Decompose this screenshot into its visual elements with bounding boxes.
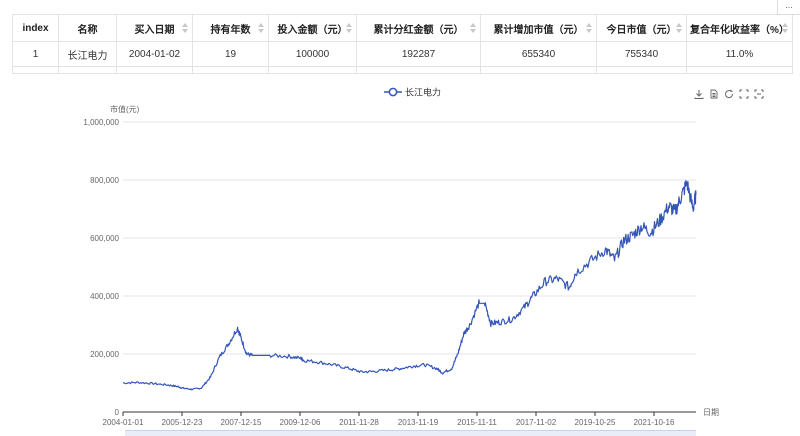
x-tick-label: 2009-12-06 [280,418,321,427]
column-header[interactable]: 复合年化收益率（%） [686,14,793,42]
table-row-empty [12,66,793,74]
column-header[interactable]: 投入金额（元） [268,14,357,42]
y-tick-label: 800,000 [90,176,119,185]
table-cell: 19 [192,41,269,67]
axis-layer: 0 200,000 400,000 600,000 800,000 1,000,000 20… [83,118,696,427]
table-cell: 192287 [356,41,481,67]
x-tick-label: 2019-10-25 [575,418,616,427]
table-cell: 2004-01-02 [116,41,193,67]
table-cell: 11.0% [686,41,793,67]
table-cell: 755340 [596,41,687,67]
table-cell: 1 [12,41,59,67]
x-tick-label: 2017-11-02 [516,418,557,427]
column-header[interactable]: 累计增加市值（元） [480,14,597,42]
line-chart: 0 200,000 400,000 600,000 800,000 1,000,000 20… [83,87,719,428]
column-header[interactable]: 累计分红金额（元） [356,14,481,42]
sort-icon[interactable] [676,23,682,33]
column-header-label: 买入日期 [134,24,175,36]
table-cell-empty [192,66,269,74]
table-cell: 100000 [268,41,357,67]
column-header-label: 持有年数 [210,24,251,36]
table-cell-empty [12,66,59,74]
y-tick-label: 1,000,000 [83,118,119,127]
legend-label: 长江电力 [405,87,441,98]
x-axis-title: 日期 [703,408,719,417]
x-tick-label: 2011-11-28 [339,418,379,427]
column-header-label: 投入金额（元） [277,24,348,36]
table-cell-empty [268,66,357,74]
column-header[interactable]: 买入日期 [116,14,193,42]
more-button[interactable]: ... [777,0,800,15]
y-tick-label: 400,000 [90,292,119,301]
y-tick-label: 0 [115,408,120,417]
sort-icon[interactable] [782,23,788,33]
column-header-label: 名称 [77,24,98,36]
table-cell-empty [116,66,193,74]
x-tick-label: 2004-01-01 [103,418,144,427]
legend-marker-icon [388,87,398,97]
sort-icon[interactable] [586,23,592,33]
column-header-label: 累计分红金额（元） [373,24,464,36]
sort-icon[interactable] [258,23,264,33]
column-header[interactable]: 持有年数 [192,14,269,42]
x-tick-label: 2007-12-15 [221,418,262,427]
sort-icon[interactable] [182,23,188,33]
grid-layer [123,121,696,355]
column-header[interactable]: 名称 [58,14,117,42]
table-cell-empty [596,66,687,74]
table-header-row: index 名称 买入日期 持有年数 投入金额（元） 累计分红金额（元） 累计增… [12,14,793,42]
column-header[interactable]: index [12,14,59,42]
table-cell: 655340 [480,41,597,67]
data-zoom-slider[interactable] [125,430,696,436]
series-line-长江电力 [122,180,697,391]
y-tick-label: 200,000 [90,350,119,359]
series-layer [122,180,697,391]
y-axis-title: 市值(元) [110,104,140,114]
table-row: 1 长江电力 2004-01-02 19 100000 192287 65534… [12,41,793,67]
table-cell-empty [686,66,793,74]
x-tick-label: 2021-10-16 [634,418,675,427]
column-header-label: 累计增加市值（元） [493,24,584,36]
legend[interactable]: 长江电力 [384,87,441,98]
summary-table: index 名称 买入日期 持有年数 投入金额（元） 累计分红金额（元） 累计增… [12,14,793,74]
column-header-label: 今日市值（元） [606,24,677,36]
y-tick-label: 600,000 [90,234,119,243]
column-header-label: 复合年化收益率（%） [690,24,789,36]
x-tick-label: 2015-11-11 [457,418,497,427]
table-cell: 长江电力 [58,41,117,67]
x-tick-label: 2013-11-19 [398,418,439,427]
sort-icon[interactable] [470,23,476,33]
table-cell-empty [58,66,117,74]
table-cell-empty [356,66,481,74]
x-tick-label: 2005-12-23 [162,418,203,427]
table-cell-empty [480,66,597,74]
column-header-label: index [22,22,49,34]
column-header[interactable]: 今日市值（元） [596,14,687,42]
sort-icon[interactable] [346,23,352,33]
